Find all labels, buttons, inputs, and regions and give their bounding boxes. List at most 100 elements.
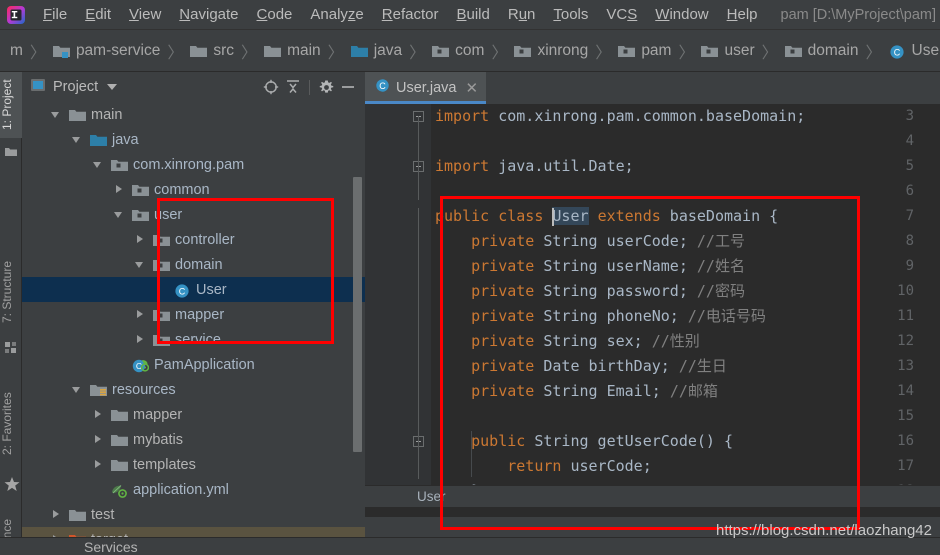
tree-node-application-yml[interactable]: application.yml	[22, 477, 365, 502]
tree-node-pamapplication[interactable]: C PamApplication	[22, 352, 365, 377]
menu-item-window[interactable]: Window	[646, 4, 717, 26]
tree-node-com-xinrong-pam[interactable]: com.xinrong.pam	[22, 152, 365, 177]
menu-item-build[interactable]: Build	[447, 4, 498, 26]
tree-node-mybatis[interactable]: mybatis	[22, 427, 365, 452]
tree-node-resources[interactable]: resources	[22, 377, 365, 402]
tree-node-target[interactable]: target	[22, 527, 365, 537]
chevron-right-icon[interactable]	[134, 333, 147, 346]
chevron-down-icon[interactable]	[92, 158, 105, 171]
crosshair-target-icon[interactable]	[260, 76, 282, 98]
chevron-right-icon[interactable]	[134, 233, 147, 246]
services-tool-label[interactable]: Services	[84, 539, 138, 555]
breadcrumb-pam[interactable]: pam	[618, 42, 671, 60]
code-editor[interactable]: 3456789101112131415161718 import com.xin…	[365, 104, 940, 517]
editor-breadcrumb[interactable]: User	[365, 485, 940, 507]
chevron-right-icon[interactable]	[50, 508, 63, 521]
folder-icon	[69, 108, 86, 122]
intellij-idea-window: File Edit View Navigate Code Analyze Refactor B…	[0, 0, 940, 555]
chevron-right-icon[interactable]	[92, 408, 105, 421]
code-line-14: private String Email; //邮箱	[435, 379, 718, 404]
tree-node-mapper[interactable]: mapper	[22, 402, 365, 427]
menu-item-refactor[interactable]: Refactor	[373, 4, 448, 26]
editor-tab-bar: C User.java ✕	[365, 72, 940, 104]
tree-node-label: templates	[133, 456, 196, 473]
breadcrumb-user[interactable]: C User	[889, 42, 940, 60]
code-token: private	[471, 257, 535, 275]
project-tree[interactable]: main java com.xinrong.pam common user control…	[22, 102, 365, 537]
breadcrumb-truncated[interactable]: m	[4, 42, 23, 60]
sidebar-item-favorites[interactable]: 2: Favorites	[0, 378, 22, 470]
tree-node-main[interactable]: main	[22, 102, 365, 127]
tree-node-controller[interactable]: controller	[22, 227, 365, 252]
tree-node-label: main	[91, 106, 123, 123]
tree-node-service[interactable]: service	[22, 327, 365, 352]
window-title: pam [D:\MyProject\pam] - ...	[780, 6, 940, 23]
svg-text:C: C	[379, 81, 386, 91]
menu-item-navigate[interactable]: Navigate	[170, 4, 247, 26]
tree-node-label: PamApplication	[154, 356, 255, 373]
chevron-right-icon[interactable]	[113, 183, 126, 196]
menu-item-help[interactable]: Help	[718, 4, 767, 26]
chevron-right-icon[interactable]	[134, 308, 147, 321]
code-token: String getUserCode() {	[525, 432, 734, 450]
editor-breadcrumb-label: User	[417, 489, 446, 504]
line-number: 4	[905, 133, 914, 149]
breadcrumb-main[interactable]: main	[264, 42, 321, 60]
chevron-down-icon[interactable]	[113, 208, 126, 221]
tree-node-java[interactable]: java	[22, 127, 365, 152]
chevron-down-icon[interactable]	[50, 108, 63, 121]
menu-item-analyze[interactable]: Analyze	[301, 4, 372, 26]
code-token: private	[471, 332, 535, 350]
tree-node-user[interactable]: C User	[22, 277, 365, 302]
sidebar-item-project-label: 1: Project	[0, 79, 14, 131]
code-token: //电话号码	[687, 307, 766, 325]
editor-marker-gutter[interactable]	[928, 136, 940, 517]
collapse-all-icon[interactable]	[282, 76, 304, 98]
menu-item-edit[interactable]: Edit	[76, 4, 120, 26]
menu-item-run[interactable]: Run	[499, 4, 545, 26]
breadcrumb-pam-service[interactable]: pam-service	[52, 42, 160, 60]
tree-node-domain[interactable]: domain	[22, 252, 365, 277]
menu-item-tools[interactable]: Tools	[544, 4, 597, 26]
package-icon	[111, 158, 128, 172]
chevron-right-icon[interactable]	[92, 433, 105, 446]
breadcrumb-domain[interactable]: domain	[784, 42, 859, 60]
breadcrumb-xinrong[interactable]: xinrong	[514, 42, 588, 60]
code-line-10: private String password; //密码	[435, 279, 745, 304]
chevron-down-icon[interactable]	[107, 84, 118, 90]
folder-icon	[111, 433, 128, 447]
tab-user-java[interactable]: C User.java ✕	[365, 72, 487, 104]
breadcrumb-user[interactable]: user	[701, 41, 755, 60]
code-token: //邮箱	[669, 382, 718, 400]
menu-items-container: File Edit View Navigate Code Analyze Refactor B…	[34, 4, 767, 26]
chevron-down-icon[interactable]	[71, 133, 84, 146]
menu-item-view[interactable]: View	[120, 4, 170, 26]
chevron-down-icon[interactable]	[71, 383, 84, 396]
tree-node-user[interactable]: user	[22, 202, 365, 227]
tree-node-common[interactable]: common	[22, 177, 365, 202]
minus-icon[interactable]	[337, 76, 359, 98]
breadcrumb-separator-icon: 〉	[29, 44, 46, 62]
breadcrumb-src[interactable]: src	[190, 42, 234, 60]
intellij-idea-logo-icon	[6, 5, 26, 25]
menu-item-code[interactable]: Code	[248, 4, 302, 26]
project-tree-scrollbar[interactable]	[353, 177, 362, 452]
structure-icon	[4, 340, 18, 354]
code-token: private	[471, 282, 535, 300]
tree-node-mapper[interactable]: mapper	[22, 302, 365, 327]
chevron-right-icon[interactable]	[92, 458, 105, 471]
menu-item-file[interactable]: File	[34, 4, 76, 26]
code-token: private	[471, 382, 535, 400]
breadcrumb-java[interactable]: java	[350, 42, 402, 60]
chevron-down-icon[interactable]	[134, 258, 147, 271]
tree-node-templates[interactable]: templates	[22, 452, 365, 477]
sidebar-item-project[interactable]: 1: Project	[0, 72, 22, 138]
breadcrumb-com[interactable]: com	[432, 42, 484, 60]
tree-node-test[interactable]: test	[22, 502, 365, 527]
breadcrumb-label: user	[724, 41, 755, 59]
sidebar-item-structure[interactable]: 7: Structure	[0, 250, 22, 334]
close-icon[interactable]: ✕	[465, 81, 478, 96]
gear-icon[interactable]	[315, 76, 337, 98]
menu-item-vcs[interactable]: VCS	[597, 4, 646, 26]
